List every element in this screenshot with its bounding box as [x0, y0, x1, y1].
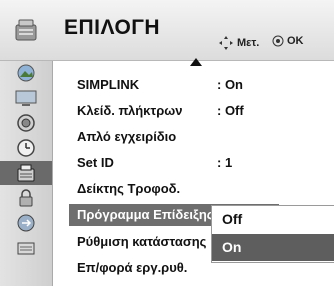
demo-mode-options-popup: Off On — [211, 205, 334, 263]
sidebar-item-time[interactable] — [0, 136, 52, 160]
scroll-up-arrow-icon[interactable] — [190, 58, 202, 66]
menu-item-label: Set ID — [77, 155, 114, 170]
option-on-label: On — [222, 239, 242, 255]
clock-icon — [17, 139, 35, 157]
option-icon — [17, 164, 35, 182]
category-sidebar — [0, 61, 53, 286]
sidebar-item-lock[interactable] — [0, 186, 52, 210]
menu-item-label: Απλό εγχειρίδιο — [77, 129, 177, 144]
menu-item-label: Επ/φορά εργ.ρυθ. — [77, 260, 188, 275]
option-on[interactable]: On — [212, 234, 334, 261]
menu-item-power-indicator[interactable]: Δείκτης Τροφοδ. — [77, 178, 327, 200]
menu-item-value: : Off — [217, 103, 244, 118]
input-icon — [17, 214, 35, 232]
ok-hint-label: OK — [287, 35, 304, 47]
menu-item-key-lock[interactable]: Κλείδ. πλήκτρων : Off — [77, 100, 327, 122]
menu-header: ΕΠΙΛΟΓΗ Μετ. OK — [0, 0, 334, 61]
sidebar-item-audio[interactable] — [0, 111, 52, 135]
menu-item-label: Δείκτης Τροφοδ. — [77, 181, 181, 196]
menu-item-label: Ρύθμιση κατάστασης — [77, 234, 207, 249]
sidebar-item-option[interactable] — [0, 161, 52, 185]
ok-hint: OK — [272, 35, 304, 47]
sidebar-item-usb[interactable] — [0, 236, 52, 260]
menu-item-simple-manual[interactable]: Απλό εγχειρίδιο — [77, 126, 327, 148]
option-icon — [0, 0, 52, 60]
sidebar-item-picture[interactable] — [0, 61, 52, 85]
menu-item-simplink[interactable]: SIMPLINK : On — [77, 74, 327, 96]
page-title: ΕΠΙΛΟΓΗ — [64, 16, 161, 39]
sidebar-item-input[interactable] — [0, 211, 52, 235]
navigation-arrows-icon — [219, 36, 233, 50]
menu-item-set-id[interactable]: Set ID : 1 — [77, 152, 327, 174]
menu-item-value: : On — [217, 77, 243, 92]
sidebar-item-tv[interactable] — [0, 86, 52, 110]
option-off[interactable]: Off — [212, 206, 334, 233]
move-hint-label: Μετ. — [237, 37, 260, 49]
lock-icon — [19, 189, 33, 207]
option-off-label: Off — [222, 211, 243, 227]
menu-item-value: : 1 — [217, 155, 233, 170]
move-hint: Μετ. — [218, 35, 259, 51]
picture-icon — [17, 64, 35, 82]
tv-icon — [15, 90, 37, 106]
usb-icon — [17, 242, 35, 255]
option-menu-screen: ΕΠΙΛΟΓΗ Μετ. OK SIMPLINK: On Κλείδ. πλή… — [0, 0, 334, 286]
ok-button-icon — [272, 35, 284, 47]
menu-item-label: SIMPLINK — [77, 77, 140, 92]
speaker-icon — [17, 114, 35, 132]
menu-item-label: Κλείδ. πλήκτρων — [77, 103, 183, 118]
